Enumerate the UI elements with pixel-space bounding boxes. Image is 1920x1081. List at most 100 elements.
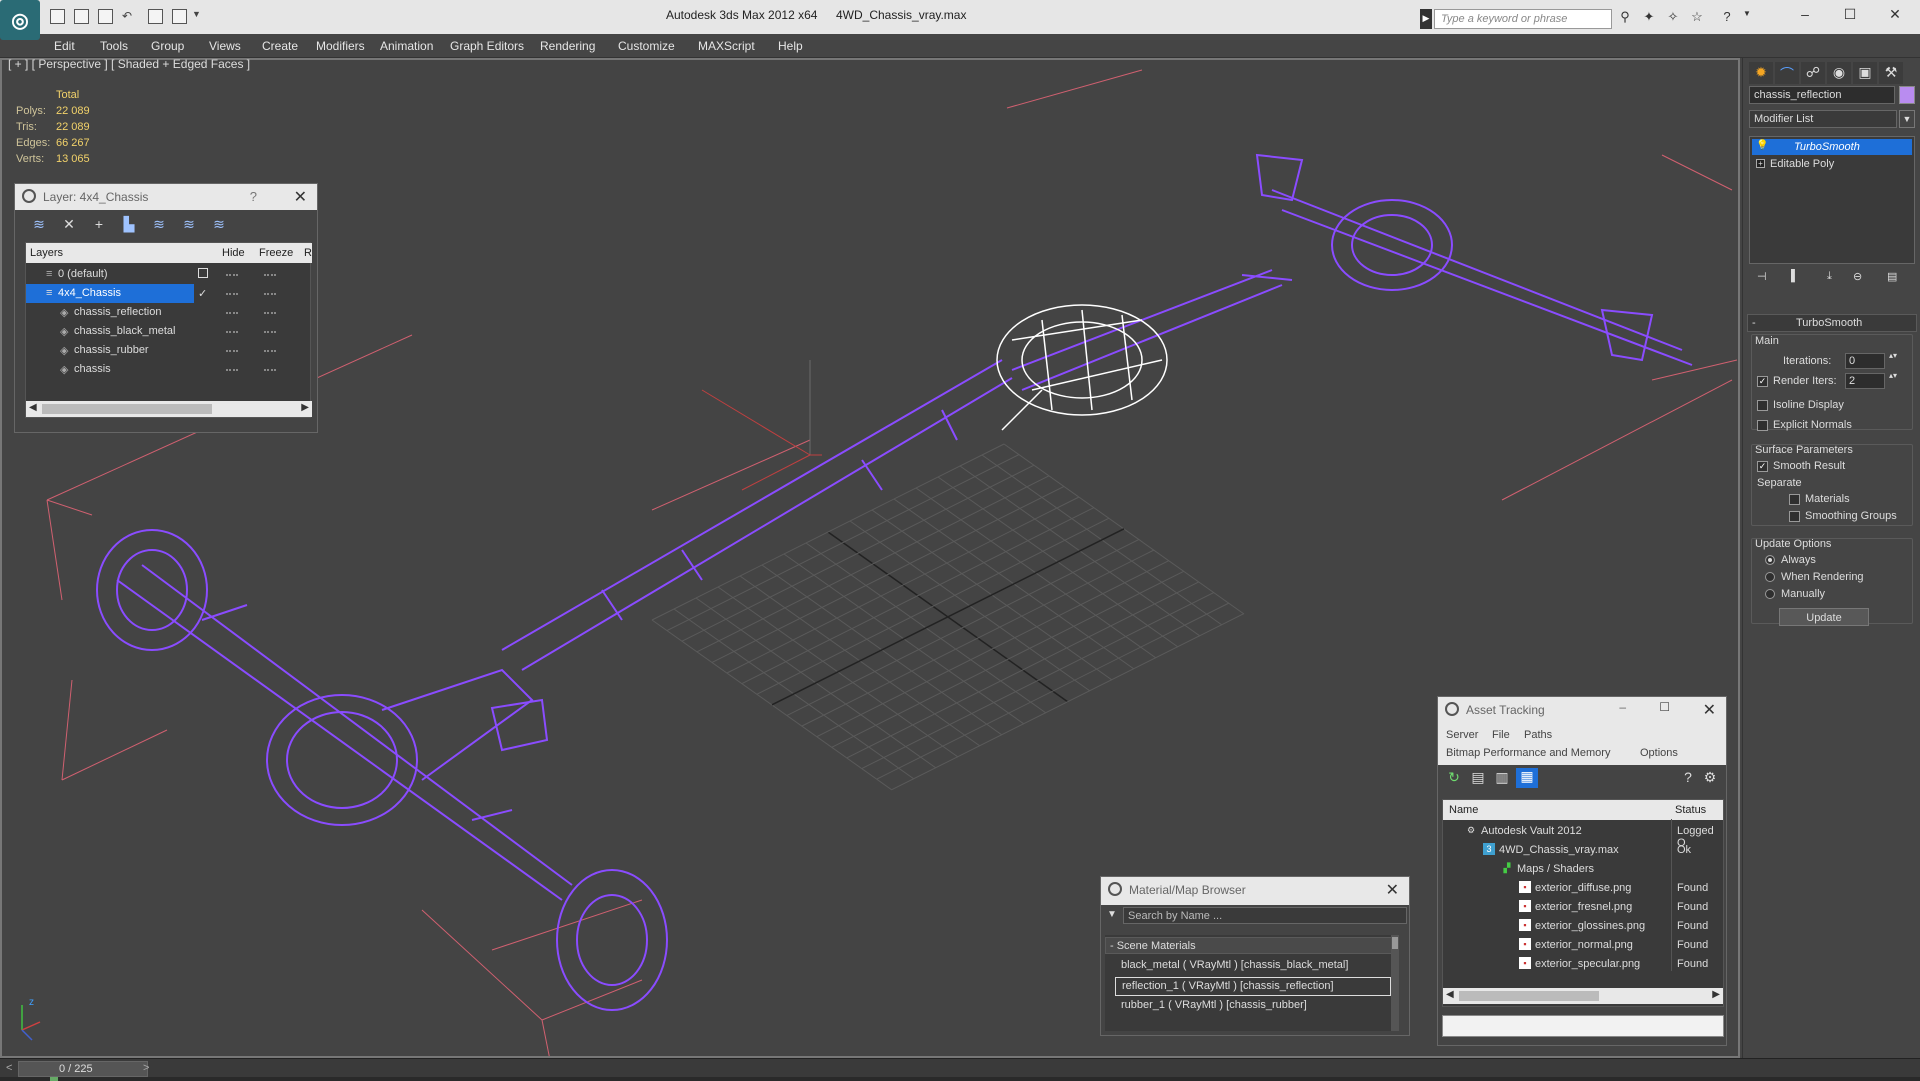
customize-qa-chevron-icon[interactable]: ▼	[192, 9, 207, 24]
motion-tab-icon[interactable]: ◉	[1827, 62, 1851, 84]
current-layer-box-icon[interactable]	[198, 268, 208, 278]
material-item-selected[interactable]: reflection_1 ( VRayMtl ) [chassis_reflec…	[1115, 977, 1391, 996]
when-rendering-radio[interactable]	[1765, 572, 1775, 582]
close-icon[interactable]: ✕	[1880, 6, 1910, 26]
update-button[interactable]: Update	[1779, 608, 1869, 626]
menu-tools[interactable]: Tools	[100, 39, 128, 53]
menu-maxscript[interactable]: MAXScript	[698, 39, 755, 53]
explicit-normals-checkbox[interactable]	[1757, 420, 1768, 431]
minimize-icon[interactable]: –	[1790, 6, 1820, 26]
asset-row[interactable]: ▪ exterior_normal.png Found	[1443, 933, 1723, 955]
col-render[interactable]: R	[304, 247, 312, 259]
layer-add-icon[interactable]: +	[89, 216, 109, 234]
modifier-list-dropdown[interactable]: Modifier List	[1749, 110, 1897, 128]
window-icon[interactable]	[172, 9, 187, 24]
menu-views[interactable]: Views	[209, 39, 241, 53]
menu-bitmap-performance[interactable]: Bitmap Performance and Memory	[1446, 747, 1610, 759]
undo-icon[interactable]: ↶	[122, 9, 137, 24]
asset-path-field[interactable]	[1442, 1015, 1724, 1037]
menu-edit[interactable]: Edit	[54, 39, 75, 53]
spinner-arrows-icon[interactable]: ▴▾	[1889, 351, 1897, 360]
hierarchy-tab-icon[interactable]: ☍	[1801, 62, 1825, 84]
menu-file[interactable]: File	[1492, 729, 1510, 741]
remove-modifier-icon[interactable]: ⊖	[1853, 270, 1862, 283]
track-bar[interactable]	[0, 1077, 1920, 1081]
asset-row[interactable]: 3 4WD_Chassis_vray.max Ok	[1443, 838, 1723, 860]
minimize-icon[interactable]: –	[1619, 700, 1626, 714]
menu-modifiers[interactable]: Modifiers	[316, 39, 365, 53]
col-hide[interactable]: Hide	[222, 247, 245, 259]
menu-rendering[interactable]: Rendering	[540, 39, 595, 53]
display-tab-icon[interactable]: ▣	[1853, 62, 1877, 84]
asset-row[interactable]: ▞ Maps / Shaders	[1443, 857, 1723, 879]
menu-paths[interactable]: Paths	[1524, 729, 1552, 741]
menu-graph-editors[interactable]: Graph Editors	[450, 39, 524, 53]
close-icon[interactable]: ✕	[1703, 700, 1716, 720]
turbosmooth-rollout-header[interactable]: - TurboSmooth	[1747, 314, 1917, 332]
show-end-result-icon[interactable]: ▌	[1791, 270, 1799, 282]
menu-customize[interactable]: Customize	[618, 39, 675, 53]
app-logo-icon[interactable]: ◎	[0, 0, 40, 40]
asset-hscrollbar[interactable]: ◀ ▶	[1443, 988, 1723, 1004]
favorites-star-icon[interactable]: ☆	[1688, 9, 1706, 27]
layer-object-row[interactable]: ◈ chassis	[26, 360, 312, 379]
list-view-icon[interactable]: ▤	[1468, 769, 1488, 787]
smoothing-groups-checkbox[interactable]	[1789, 511, 1800, 522]
stack-item-turbosmooth[interactable]: 💡 TurboSmooth	[1752, 139, 1912, 155]
maximize-icon[interactable]: ☐	[1659, 700, 1670, 714]
settings-icon[interactable]: ⚙	[1700, 769, 1720, 787]
layer-highlight-icon[interactable]: ≋	[149, 216, 169, 234]
col-name[interactable]: Name	[1449, 804, 1478, 816]
materials-checkbox[interactable]	[1789, 494, 1800, 505]
time-slider[interactable]: 0 / 225	[18, 1061, 148, 1077]
asset-row[interactable]: ▪ exterior_diffuse.png Found	[1443, 876, 1723, 898]
help-icon[interactable]: ?	[1678, 769, 1698, 787]
menu-server[interactable]: Server	[1446, 729, 1478, 741]
always-radio[interactable]	[1765, 555, 1775, 565]
subscription-icon[interactable]: ✧	[1664, 9, 1682, 27]
layer-hide-all-icon[interactable]: ≋	[179, 216, 199, 234]
menu-group[interactable]: Group	[151, 39, 184, 53]
spinner-arrows-icon[interactable]: ▴▾	[1889, 371, 1897, 380]
asset-tracking-titlebar[interactable]: Asset Tracking – ☐ ✕	[1438, 697, 1726, 725]
material-vscrollbar[interactable]	[1391, 935, 1399, 1031]
menu-options[interactable]: Options	[1640, 747, 1678, 759]
viewport-label[interactable]: [ + ] [ Perspective ] [ Shaded + Edged F…	[8, 57, 250, 71]
smooth-result-checkbox[interactable]: ✓	[1757, 461, 1768, 472]
maximize-icon[interactable]: ☐	[1835, 6, 1865, 26]
pin-stack-icon[interactable]: ⊣	[1757, 270, 1767, 283]
close-icon[interactable]: ✕	[1386, 880, 1399, 900]
layer-delete-icon[interactable]: ✕	[59, 216, 79, 234]
modify-tab-icon[interactable]: ⌒	[1775, 62, 1799, 84]
layer-hscrollbar[interactable]: ◀ ▶	[26, 401, 312, 417]
close-icon[interactable]: ✕	[294, 187, 307, 207]
layer-object-row[interactable]: ◈ chassis_rubber	[26, 341, 312, 360]
render-iters-checkbox[interactable]: ✓	[1757, 376, 1768, 387]
prev-frame-icon[interactable]: <	[6, 1062, 12, 1074]
tree-view-icon[interactable]: ▥	[1492, 769, 1512, 787]
asset-row[interactable]: ▪ exterior_glossines.png Found	[1443, 914, 1723, 936]
layer-object-row[interactable]: ◈ chassis_black_metal	[26, 322, 312, 341]
asset-row[interactable]: ⚙ Autodesk Vault 2012 Logged O	[1443, 819, 1723, 849]
menu-create[interactable]: Create	[262, 39, 298, 53]
object-color-swatch[interactable]	[1899, 86, 1915, 104]
save-file-icon[interactable]	[74, 9, 89, 24]
help-icon[interactable]: ?	[250, 189, 257, 204]
menu-help[interactable]: Help	[778, 39, 803, 53]
layer-freeze-all-icon[interactable]: ≋	[209, 216, 229, 234]
help-dropdown-icon[interactable]: ▼	[1738, 9, 1756, 27]
refresh-icon[interactable]: ↻	[1444, 769, 1464, 787]
layer-panel-titlebar[interactable]: Layer: 4x4_Chassis ? ✕	[15, 184, 317, 210]
layer-create-icon[interactable]: ≋	[29, 216, 49, 234]
modifier-list-chevron-down-icon[interactable]: ▼	[1899, 110, 1915, 128]
stack-item-editable-poly[interactable]: + Editable Poly	[1752, 156, 1912, 172]
help-icon[interactable]: ?	[1718, 9, 1736, 27]
search-expand-icon[interactable]: ▶	[1420, 9, 1432, 29]
isoline-display-checkbox[interactable]	[1757, 400, 1768, 411]
iterations-spinner[interactable]: 0	[1845, 353, 1885, 369]
col-status[interactable]: Status	[1675, 804, 1706, 816]
render-iters-spinner[interactable]: 2	[1845, 373, 1885, 389]
col-freeze[interactable]: Freeze	[259, 247, 293, 259]
material-search-input[interactable]: Search by Name ...	[1123, 907, 1407, 924]
layer-row-selected[interactable]: ≡ 4x4_Chassis ✓	[26, 284, 312, 303]
